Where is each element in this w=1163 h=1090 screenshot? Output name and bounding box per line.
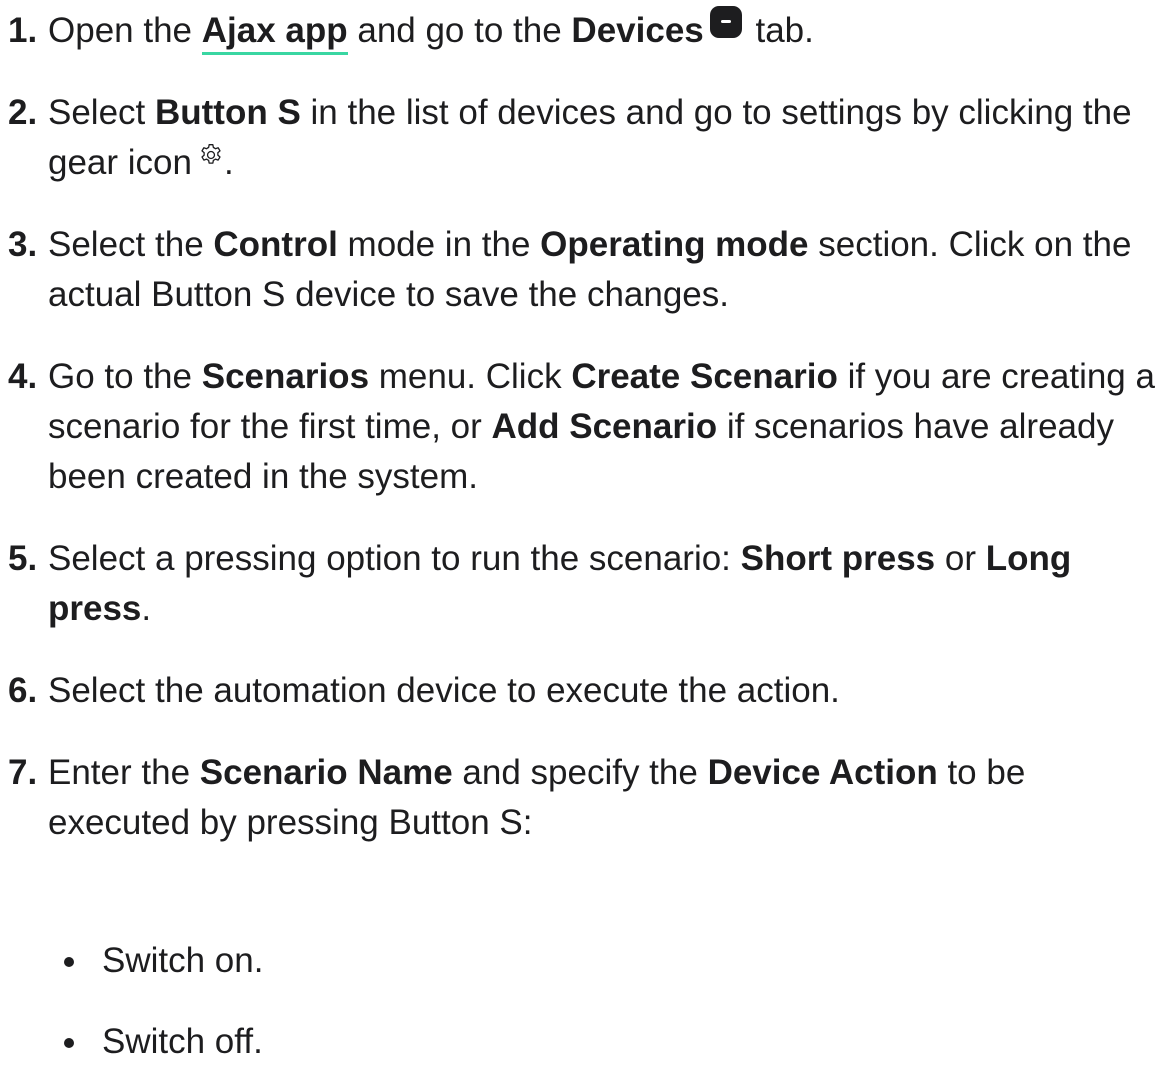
step-text: and specify the xyxy=(452,753,708,792)
step-text: Select xyxy=(48,93,155,132)
step-number: 2. xyxy=(8,93,38,132)
step-text: . xyxy=(223,143,234,182)
step-text: Select the automation device to execute … xyxy=(48,671,840,710)
button-s-label: Button S xyxy=(155,93,301,132)
step-4: 4. Go to the Scenarios menu. Click Creat… xyxy=(8,352,1163,502)
operating-mode-label: Operating mode xyxy=(540,225,809,264)
step-text: and go to the xyxy=(347,11,572,50)
control-label: Control xyxy=(213,225,338,264)
step-text: . xyxy=(141,589,152,628)
step-number: 6. xyxy=(8,671,38,710)
instruction-steps: 1. Open the Ajax app and go to the Devic… xyxy=(0,0,1163,848)
device-action-label: Device Action xyxy=(707,753,938,792)
device-action-options: Switch on. Switch off. xyxy=(0,880,1163,1067)
step-number: 1. xyxy=(8,11,38,50)
create-scenario-label: Create Scenario xyxy=(571,357,838,396)
list-item: Switch off. xyxy=(64,1017,1163,1067)
step-number: 5. xyxy=(8,539,38,578)
ajax-app-link[interactable]: Ajax app xyxy=(201,11,348,55)
step-text: or xyxy=(935,539,986,578)
gear-icon xyxy=(201,144,221,164)
scenarios-label: Scenarios xyxy=(201,357,370,396)
step-text: menu. Click xyxy=(369,357,572,396)
step-text: Select the xyxy=(48,225,214,264)
step-2: 2. Select Button S in the list of device… xyxy=(8,88,1163,188)
step-number: 3. xyxy=(8,225,38,264)
step-text: Go to the xyxy=(48,357,202,396)
devices-tab-icon xyxy=(709,6,742,38)
step-text: mode in the xyxy=(337,225,541,264)
step-text: Enter the xyxy=(48,753,200,792)
step-text: Select a pressing option to run the scen… xyxy=(48,539,741,578)
scenario-name-label: Scenario Name xyxy=(199,753,453,792)
step-number: 4. xyxy=(8,357,38,396)
step-text: Open the xyxy=(48,11,202,50)
step-6: 6. Select the automation device to execu… xyxy=(8,666,1163,716)
step-1: 1. Open the Ajax app and go to the Devic… xyxy=(8,6,1163,56)
step-7: 7. Enter the Scenario Name and specify t… xyxy=(8,748,1163,848)
step-3: 3. Select the Control mode in the Operat… xyxy=(8,220,1163,320)
add-scenario-label: Add Scenario xyxy=(491,407,718,446)
step-5: 5. Select a pressing option to run the s… xyxy=(8,534,1163,634)
short-press-label: Short press xyxy=(740,539,936,578)
step-number: 7. xyxy=(8,753,38,792)
list-item: Switch on. xyxy=(64,936,1163,986)
step-text: tab. xyxy=(745,11,814,50)
devices-label: Devices xyxy=(571,11,704,50)
